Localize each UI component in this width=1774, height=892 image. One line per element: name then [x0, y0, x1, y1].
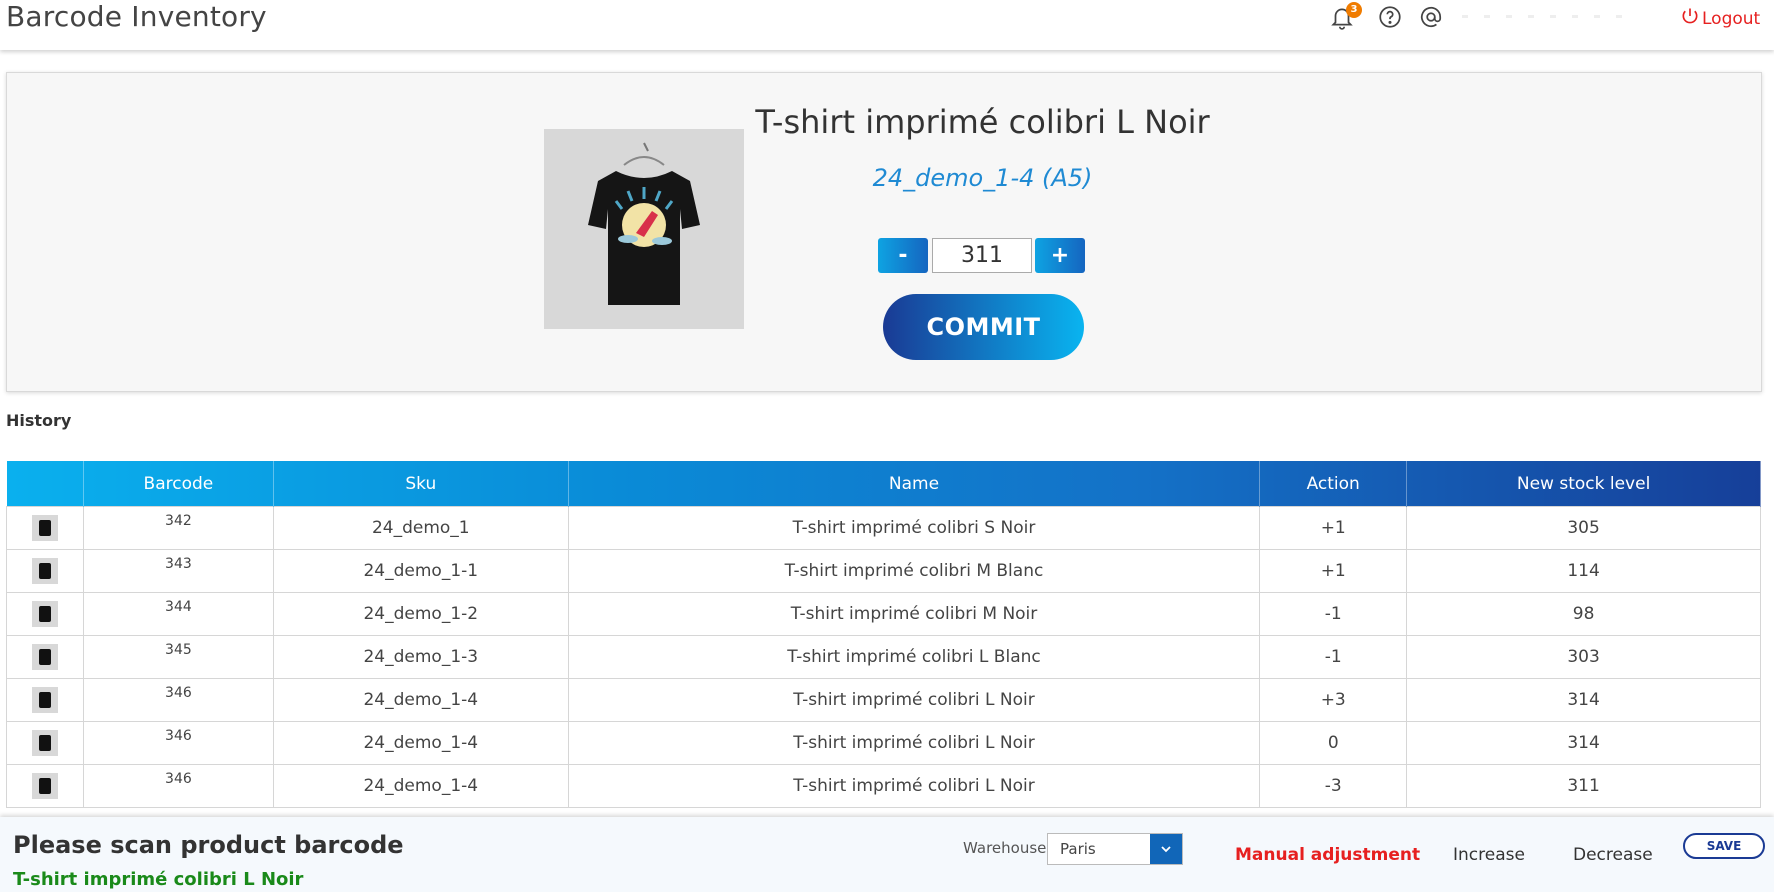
mode-manual-adjustment[interactable]: Manual adjustment — [1235, 845, 1420, 865]
row-level: 311 — [1406, 764, 1761, 808]
account-icon[interactable] — [1418, 4, 1444, 30]
save-button[interactable]: SAVE — [1683, 833, 1765, 859]
col-new-stock-level[interactable]: New stock level — [1406, 461, 1761, 507]
app-title: Barcode Inventory — [6, 0, 267, 33]
row-name: T-shirt imprimé colibri L Noir — [567, 764, 1261, 808]
row-sku: 24_demo_1-1 — [272, 549, 569, 593]
row-level: 314 — [1406, 678, 1761, 722]
row-thumbnail — [6, 549, 84, 593]
row-action: -3 — [1259, 764, 1408, 808]
history-table: Barcode Sku Name Action New stock level … — [6, 461, 1761, 808]
warehouse-select[interactable]: Paris — [1047, 833, 1183, 865]
row-name: T-shirt imprimé colibri L Noir — [567, 721, 1261, 765]
row-action: +3 — [1259, 678, 1408, 722]
table-row[interactable]: 342 24_demo_1 T-shirt imprimé colibri S … — [6, 506, 1761, 550]
row-sku: 24_demo_1-4 — [272, 721, 569, 765]
history-header-row: Barcode Sku Name Action New stock level — [6, 461, 1761, 507]
history-heading: History — [6, 411, 72, 430]
row-barcode: 343 — [82, 549, 274, 593]
row-barcode: 344 — [82, 592, 274, 636]
user-name-redacted — [1462, 15, 1632, 18]
mode-decrease[interactable]: Decrease — [1573, 845, 1653, 865]
tshirt-thumbnail — [31, 773, 58, 799]
table-row[interactable]: 343 24_demo_1-1 T-shirt imprimé colibri … — [6, 549, 1761, 593]
scan-result: T-shirt imprimé colibri L Noir — [13, 869, 304, 890]
chevron-down-icon[interactable] — [1150, 834, 1182, 864]
row-action: +1 — [1259, 506, 1408, 550]
row-action: -1 — [1259, 635, 1408, 679]
logout-button[interactable]: Logout — [1680, 6, 1760, 31]
table-row[interactable]: 346 24_demo_1-4 T-shirt imprimé colibri … — [6, 764, 1761, 808]
row-barcode: 342 — [82, 506, 274, 550]
row-name: T-shirt imprimé colibri L Blanc — [567, 635, 1261, 679]
table-row[interactable]: 346 24_demo_1-4 T-shirt imprimé colibri … — [6, 721, 1761, 765]
row-sku: 24_demo_1-4 — [272, 678, 569, 722]
row-thumbnail — [6, 635, 84, 679]
row-level: 114 — [1406, 549, 1761, 593]
col-action[interactable]: Action — [1259, 461, 1408, 507]
tshirt-thumbnail — [31, 558, 58, 584]
tshirt-thumbnail — [31, 730, 58, 756]
row-thumbnail — [6, 764, 84, 808]
row-barcode: 346 — [82, 764, 274, 808]
tshirt-thumbnail — [31, 687, 58, 713]
product-image — [544, 129, 744, 329]
product-title: T-shirt imprimé colibri L Noir — [755, 103, 1210, 141]
tshirt-thumbnail — [31, 644, 58, 670]
logout-label: Logout — [1702, 8, 1761, 29]
row-name: T-shirt imprimé colibri L Noir — [567, 678, 1261, 722]
row-barcode: 345 — [82, 635, 274, 679]
col-sku[interactable]: Sku — [273, 461, 569, 507]
tshirt-thumbnail — [31, 515, 58, 541]
increment-button[interactable]: + — [1035, 238, 1085, 273]
row-thumbnail — [6, 678, 84, 722]
row-barcode: 346 — [82, 721, 274, 765]
mode-increase[interactable]: Increase — [1453, 845, 1525, 865]
row-action: +1 — [1259, 549, 1408, 593]
col-barcode[interactable]: Barcode — [83, 461, 274, 507]
notification-badge: 3 — [1346, 2, 1362, 18]
row-name: T-shirt imprimé colibri S Noir — [567, 506, 1261, 550]
row-level: 98 — [1406, 592, 1761, 636]
row-sku: 24_demo_1-3 — [272, 635, 569, 679]
quantity-input[interactable] — [932, 238, 1032, 273]
tshirt-thumbnail — [31, 601, 58, 627]
row-level: 314 — [1406, 721, 1761, 765]
scanner-bar: Please scan product barcode T-shirt impr… — [0, 817, 1774, 892]
row-sku: 24_demo_1-2 — [272, 592, 569, 636]
row-thumbnail — [6, 721, 84, 765]
scan-prompt: Please scan product barcode — [13, 831, 404, 859]
product-sku-location: 24_demo_1-4 (A5) — [872, 164, 1093, 192]
row-name: T-shirt imprimé colibri M Noir — [567, 592, 1261, 636]
warehouse-label: Warehouse — [963, 839, 1047, 857]
table-row[interactable]: 346 24_demo_1-4 T-shirt imprimé colibri … — [6, 678, 1761, 722]
row-name: T-shirt imprimé colibri M Blanc — [567, 549, 1261, 593]
table-row[interactable]: 344 24_demo_1-2 T-shirt imprimé colibri … — [6, 592, 1761, 636]
row-action: 0 — [1259, 721, 1408, 765]
col-image — [6, 461, 84, 507]
row-action: -1 — [1259, 592, 1408, 636]
commit-button[interactable]: COMMIT — [883, 294, 1084, 360]
col-name[interactable]: Name — [568, 461, 1261, 507]
row-level: 303 — [1406, 635, 1761, 679]
row-barcode: 346 — [82, 678, 274, 722]
warehouse-value: Paris — [1060, 840, 1096, 858]
help-icon[interactable] — [1377, 4, 1403, 30]
row-thumbnail — [6, 506, 84, 550]
power-icon — [1680, 6, 1700, 31]
decrement-button[interactable]: - — [878, 238, 928, 273]
row-sku: 24_demo_1 — [272, 506, 569, 550]
top-bar: Barcode Inventory 3 Logout — [0, 0, 1774, 50]
row-sku: 24_demo_1-4 — [272, 764, 569, 808]
table-row[interactable]: 345 24_demo_1-3 T-shirt imprimé colibri … — [6, 635, 1761, 679]
row-thumbnail — [6, 592, 84, 636]
row-level: 305 — [1406, 506, 1761, 550]
